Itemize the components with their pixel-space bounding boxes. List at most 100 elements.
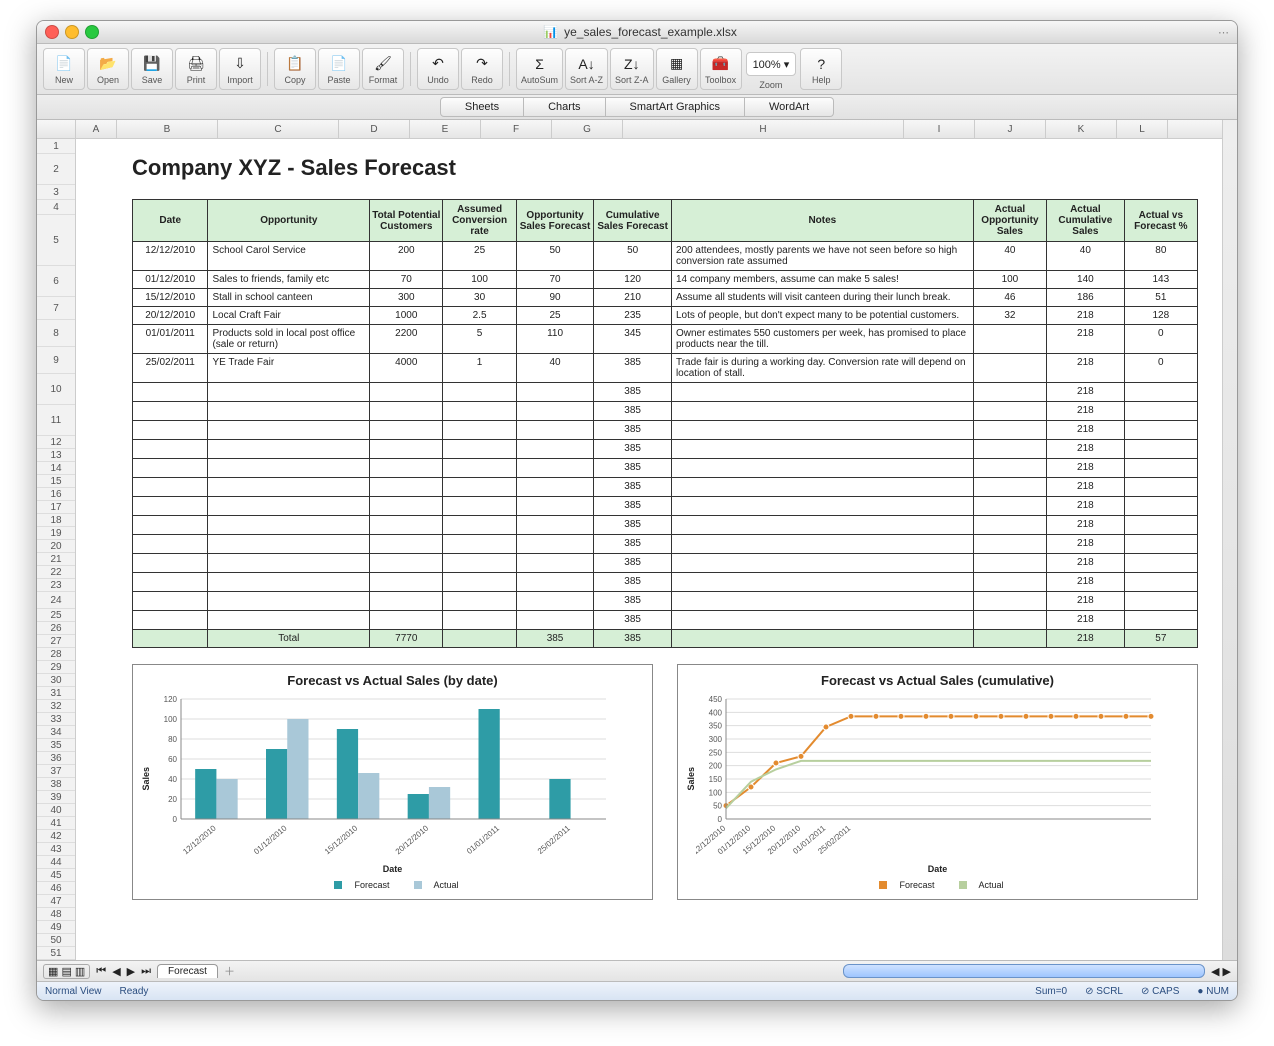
col-header-I[interactable]: I [904, 120, 975, 138]
zoom-icon[interactable] [85, 25, 99, 39]
row-header[interactable]: 20 [37, 540, 75, 553]
sort-a-z-button[interactable]: A↓Sort A-Z [565, 48, 608, 90]
col-header-C[interactable]: C [218, 120, 339, 138]
table-row[interactable]: 385218 [133, 383, 1198, 402]
nav-prev-icon[interactable]: ◀ [112, 965, 120, 978]
table-row[interactable]: 385218 [133, 421, 1198, 440]
row-header[interactable]: 26 [37, 622, 75, 635]
table-row[interactable]: 385218 [133, 573, 1198, 592]
new-button[interactable]: 📄New [43, 48, 85, 90]
col-header-G[interactable]: G [552, 120, 623, 138]
nav-first-icon[interactable]: ⏮ [96, 965, 106, 978]
table-row[interactable]: 385218 [133, 478, 1198, 497]
row-header[interactable]: 11 [37, 405, 75, 436]
open-button[interactable]: 📂Open [87, 48, 129, 90]
table-row[interactable]: 20/12/2010Local Craft Fair10002.525235Lo… [133, 307, 1198, 325]
row-header[interactable]: 13 [37, 449, 75, 462]
row-header[interactable]: 7 [37, 297, 75, 320]
row-header[interactable]: 19 [37, 527, 75, 540]
gallery-button[interactable]: ▦Gallery [656, 48, 698, 90]
autosum-button[interactable]: ΣAutoSum [516, 48, 563, 90]
table-row[interactable]: 15/12/2010Stall in school canteen3003090… [133, 289, 1198, 307]
add-sheet-icon[interactable]: ＋ [224, 963, 235, 979]
row-header[interactable]: 6 [37, 266, 75, 297]
row-header[interactable]: 50 [37, 934, 75, 947]
print-button[interactable]: 🖨Print [175, 48, 217, 90]
row-header[interactable]: 22 [37, 566, 75, 579]
view-toggle-icon[interactable]: ▦ ▤ ▥ [43, 964, 90, 979]
row-header[interactable]: 48 [37, 908, 75, 921]
row-header[interactable]: 4 [37, 200, 75, 215]
row-header[interactable]: 17 [37, 501, 75, 514]
row-header[interactable]: 8 [37, 320, 75, 347]
row-header[interactable]: 16 [37, 488, 75, 501]
col-header-A[interactable]: A [76, 120, 117, 138]
row-header[interactable]: 44 [37, 856, 75, 869]
row-header[interactable]: 42 [37, 830, 75, 843]
row-header[interactable]: 39 [37, 791, 75, 804]
row-header[interactable]: 9 [37, 347, 75, 374]
row-header[interactable]: 15 [37, 475, 75, 488]
row-header[interactable]: 29 [37, 661, 75, 674]
row-header[interactable]: 2 [37, 154, 75, 185]
table-row[interactable]: 385218 [133, 611, 1198, 630]
row-header[interactable]: 10 [37, 374, 75, 405]
col-header-E[interactable]: E [410, 120, 481, 138]
grid[interactable]: ABCDEFGHIJKL Company XYZ - Sales Forecas… [76, 120, 1222, 960]
row-header[interactable]: 25 [37, 609, 75, 622]
row-header[interactable]: 3 [37, 185, 75, 200]
table-row[interactable]: 25/02/2011YE Trade Fair4000140385Trade f… [133, 354, 1198, 383]
tab-charts[interactable]: Charts [524, 97, 605, 117]
paste-button[interactable]: 📄Paste [318, 48, 360, 90]
row-header[interactable]: 21 [37, 553, 75, 566]
toolbar-overflow-icon[interactable]: ⋯ [1169, 26, 1229, 39]
import-button[interactable]: ⇩Import [219, 48, 261, 90]
row-header[interactable]: 31 [37, 687, 75, 700]
undo-button[interactable]: ↶Undo [417, 48, 459, 90]
toolbox-button[interactable]: 🧰Toolbox [700, 48, 742, 90]
table-row[interactable]: 385218 [133, 440, 1198, 459]
col-header-F[interactable]: F [481, 120, 552, 138]
close-icon[interactable] [45, 25, 59, 39]
sheet-tab-forecast[interactable]: Forecast [157, 964, 218, 978]
nav-next-icon[interactable]: ▶ [127, 965, 135, 978]
row-header[interactable]: 5 [37, 215, 75, 266]
table-row[interactable]: 385218 [133, 516, 1198, 535]
table-row[interactable]: 385218 [133, 554, 1198, 573]
col-header-K[interactable]: K [1046, 120, 1117, 138]
table-row[interactable]: 01/12/2010Sales to friends, family etc70… [133, 271, 1198, 289]
tab-sheets[interactable]: Sheets [440, 97, 524, 117]
row-header[interactable]: 33 [37, 713, 75, 726]
table-row[interactable]: 385218 [133, 535, 1198, 554]
minimize-icon[interactable] [65, 25, 79, 39]
row-header[interactable]: 30 [37, 674, 75, 687]
col-header-D[interactable]: D [339, 120, 410, 138]
row-header[interactable]: 34 [37, 726, 75, 739]
nav-last-icon[interactable]: ⏭ [141, 965, 151, 978]
table-row[interactable]: 385218 [133, 402, 1198, 421]
row-header[interactable]: 18 [37, 514, 75, 527]
format-button[interactable]: 🖌Format [362, 48, 404, 90]
sort-z-a-button[interactable]: Z↓Sort Z-A [610, 48, 654, 90]
redo-button[interactable]: ↷Redo [461, 48, 503, 90]
row-header[interactable]: 14 [37, 462, 75, 475]
row-header[interactable]: 45 [37, 869, 75, 882]
table-row[interactable]: 385218 [133, 497, 1198, 516]
col-header-B[interactable]: B [117, 120, 218, 138]
help-button[interactable]: ?Help [800, 48, 842, 90]
table-row[interactable]: 12/12/2010School Carol Service2002550502… [133, 242, 1198, 271]
row-header[interactable]: 24 [37, 592, 75, 609]
zoom-select[interactable]: 100% ▾ [746, 52, 797, 76]
row-header[interactable]: 23 [37, 579, 75, 592]
save-button[interactable]: 💾Save [131, 48, 173, 90]
row-header[interactable]: 28 [37, 648, 75, 661]
col-header-J[interactable]: J [975, 120, 1046, 138]
row-header[interactable]: 41 [37, 817, 75, 830]
row-header[interactable]: 36 [37, 752, 75, 765]
row-header[interactable]: 1 [37, 139, 75, 154]
row-header[interactable]: 43 [37, 843, 75, 856]
table-row[interactable]: 385218 [133, 592, 1198, 611]
row-header[interactable]: 27 [37, 635, 75, 648]
col-header-L[interactable]: L [1117, 120, 1168, 138]
row-header[interactable]: 32 [37, 700, 75, 713]
